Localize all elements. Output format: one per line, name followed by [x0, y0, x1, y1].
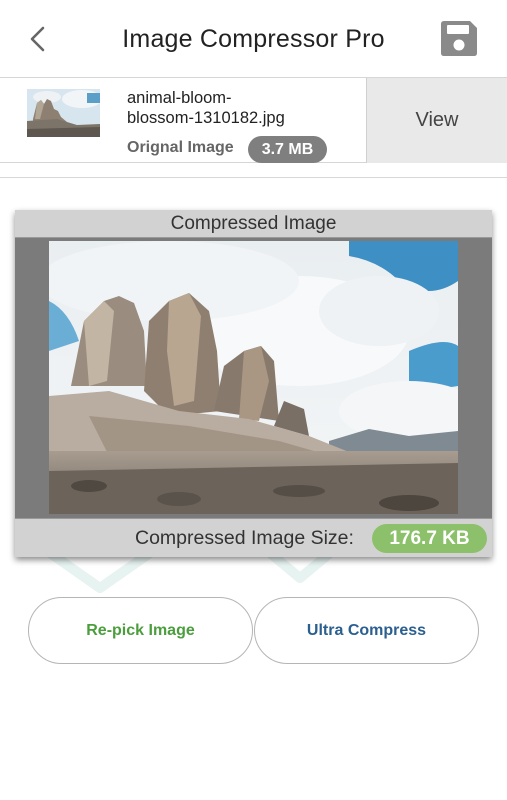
save-button[interactable] [439, 18, 479, 58]
original-size-badge: 3.7 MB [248, 136, 327, 163]
file-name-line1: animal-bloom- [127, 89, 232, 107]
repick-image-button[interactable]: Re-pick Image [28, 597, 253, 664]
original-file-row: animal-bloom- blossom-1310182.jpg Origna… [0, 77, 507, 163]
compressed-size-label: Compressed Image Size: [135, 527, 354, 549]
back-button[interactable] [22, 22, 54, 56]
compressed-image-card: Compressed Image Compressed Image Size: … [15, 210, 492, 557]
view-button[interactable]: View [366, 78, 507, 163]
app-header: Image Compressor Pro [0, 0, 507, 78]
compressed-size-bar: Compressed Image Size: 176.7 KB [15, 518, 492, 557]
original-thumbnail [27, 89, 100, 137]
section-divider [0, 177, 507, 178]
compressed-size-badge: 176.7 KB [372, 524, 487, 553]
compressed-image-preview [49, 241, 458, 514]
file-name-line2: blossom-1310182.jpg [127, 109, 285, 127]
ultra-compress-button[interactable]: Ultra Compress [254, 597, 479, 664]
compressed-image-title: Compressed Image [15, 210, 492, 238]
original-image-label: Orignal Image [127, 139, 234, 156]
floppy-disk-icon [441, 21, 477, 56]
original-file-name: animal-bloom- blossom-1310182.jpg [127, 88, 327, 128]
chevron-left-icon [30, 26, 45, 52]
page-title: Image Compressor Pro [122, 25, 385, 53]
